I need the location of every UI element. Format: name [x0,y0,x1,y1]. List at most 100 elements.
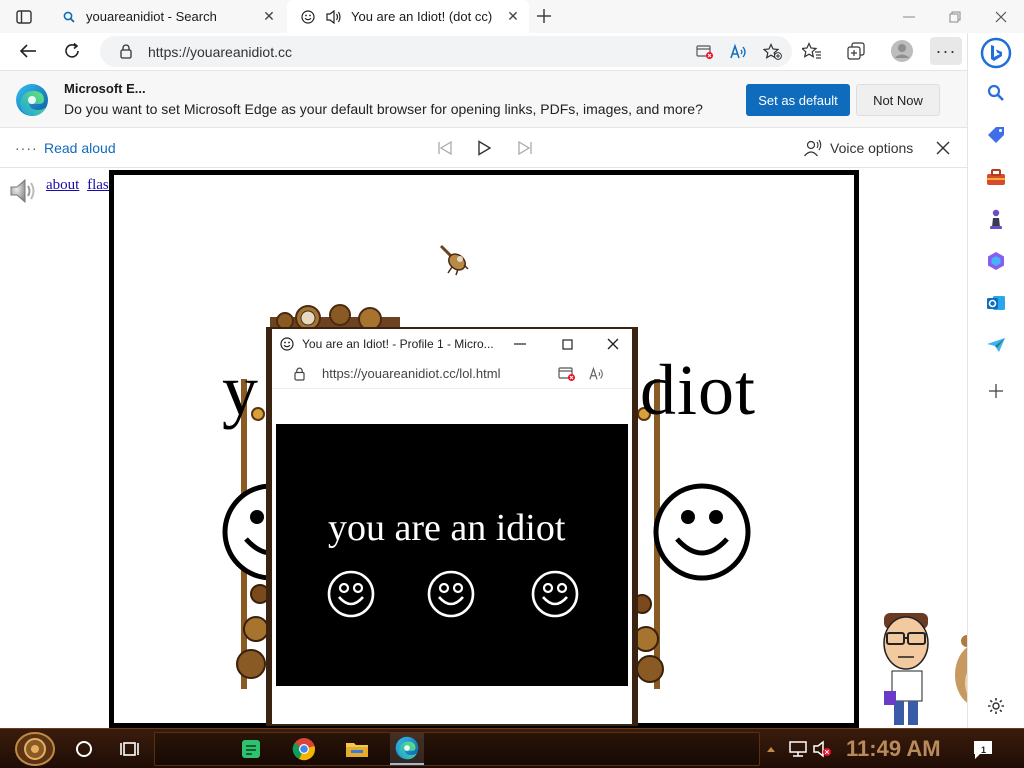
sidebar-shopping-button[interactable] [982,121,1010,149]
minimize-icon [514,343,526,345]
sidebar-office-button[interactable] [982,247,1010,275]
steampunk-bug-cursor [439,244,469,276]
collections-button[interactable] [840,37,872,65]
smiley-face [427,570,475,618]
network-icon[interactable] [788,739,808,759]
play-button[interactable] [473,137,495,159]
tab-close-button[interactable]: ✕ [259,7,279,27]
cartoon-characters [883,613,967,725]
popup-blocked-button[interactable] [552,363,582,385]
smiley-face [531,570,579,618]
new-tab-button[interactable] [533,5,555,27]
close-icon [995,11,1007,22]
speaker-icon[interactable] [8,175,40,207]
minimize-button[interactable] [886,0,932,33]
popup-maximize-button[interactable] [555,333,579,355]
page-title-right: diot [640,350,757,430]
taskbar-chrome-app[interactable] [287,733,321,765]
next-paragraph-button[interactable] [514,137,536,159]
add-favorite-button[interactable] [758,39,788,65]
infobar-message: Do you want to set Microsoft Edge as you… [64,101,703,117]
show-hidden-icons-button[interactable] [764,739,778,759]
tab-search[interactable]: youareanidiot - Search ✕ [48,0,285,33]
back-button[interactable] [13,37,43,65]
tab-youareanidiot[interactable]: You are an Idiot! (dot cc) ✕ [287,0,529,33]
drag-handle-icon[interactable]: ···· [15,140,38,156]
minimize-icon [903,16,915,17]
tab-actions-icon [16,10,32,24]
sidebar-outlook-button[interactable] [982,289,1010,317]
chess-piece-icon [990,209,1002,229]
settings-more-button[interactable]: ··· [930,37,962,65]
about-link[interactable]: about [46,177,79,193]
sidebar-drop-button[interactable] [982,331,1010,359]
read-aloud-button[interactable] [724,39,754,65]
volume-muted-icon[interactable] [812,739,832,759]
close-read-aloud-button[interactable] [932,137,954,159]
lock-icon[interactable] [116,42,136,62]
skip-back-icon [438,141,452,155]
popup-blocked-button[interactable] [690,39,720,65]
voice-icon [802,137,824,159]
paper-plane-icon [987,338,1005,352]
taskbar-clock[interactable]: 11:49 AM [846,736,941,762]
address-bar[interactable]: https://youareanidiot.cc [100,36,792,67]
close-icon [607,338,619,350]
edge-icon [395,736,419,760]
tab-close-button[interactable]: ✕ [503,7,523,27]
popup-read-aloud-button[interactable] [582,363,612,385]
set-as-default-button[interactable]: Set as default [746,84,850,116]
smiley-face-right [653,483,751,581]
refresh-button[interactable] [57,37,87,65]
popup-black-panel: you are an idiot [276,424,628,686]
close-icon [936,141,950,155]
action-center-button[interactable]: 1 [972,739,994,761]
lock-icon[interactable] [290,365,308,383]
profile-button[interactable] [886,37,918,65]
taskbar-edge-app[interactable] [390,733,424,765]
voice-options-label: Voice options [830,140,914,156]
previous-paragraph-button[interactable] [434,137,456,159]
url-text[interactable]: https://youareanidiot.cc [148,44,690,60]
popup-title: You are an Idiot! - Profile 1 - Micro... [302,337,494,351]
favorites-button[interactable] [796,37,828,65]
popup-close-button[interactable] [601,333,625,355]
popup-url-text[interactable]: https://youareanidiot.cc/lol.html [322,366,552,381]
read-aloud-icon [730,43,746,58]
task-view-button[interactable] [114,733,146,765]
sidebar-search-button[interactable] [982,79,1010,107]
sidebar-settings-button[interactable] [984,694,1008,718]
play-icon [478,140,492,156]
restore-button[interactable] [932,0,978,33]
read-aloud-icon [589,366,603,380]
browser-toolbar: https://youareanidiot.cc ··· [0,33,1024,70]
steampunk-start-orb-icon [15,732,55,766]
arrow-left-icon [19,44,36,58]
plus-icon [989,384,1003,398]
bing-chat-button[interactable] [980,37,1012,69]
close-window-button[interactable] [978,0,1024,33]
collections-icon [847,42,865,60]
popup-blocked-icon [696,44,713,59]
taskbar-notes-app[interactable] [234,733,268,765]
speaker-playing-icon[interactable] [325,9,343,25]
tab-actions-button[interactable] [10,6,38,28]
read-aloud-label: Read aloud [44,140,116,156]
page-title-left: y [222,350,259,430]
tab-title: You are an Idiot! (dot cc) [351,9,493,24]
taskbar-file-explorer-app[interactable] [340,733,374,765]
not-now-button[interactable]: Not Now [856,84,940,116]
popup-minimize-button[interactable] [508,333,532,355]
sidebar-games-button[interactable] [982,205,1010,233]
tab-strip: youareanidiot - Search ✕ You are an Idio… [0,0,1024,33]
cortana-button[interactable] [68,733,100,765]
sidebar-add-button[interactable] [982,377,1010,405]
star-add-icon [763,42,782,60]
start-button[interactable] [10,731,60,767]
voice-options-button[interactable]: Voice options [802,136,913,160]
sidebar-tools-button[interactable] [982,163,1010,191]
avatar-icon [891,40,913,62]
popup-address-bar[interactable]: https://youareanidiot.cc/lol.html [272,359,632,389]
default-browser-infobar: Microsoft E... Do you want to set Micros… [0,70,967,128]
smiley-face [327,570,375,618]
